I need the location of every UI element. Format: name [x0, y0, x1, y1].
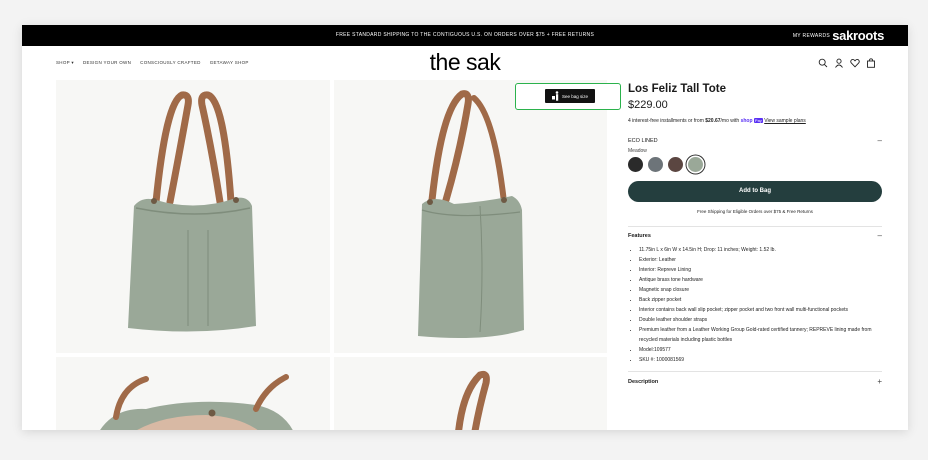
feature-item: Interior contains back wall slip pocket;…: [639, 305, 882, 315]
eco-collapse-icon[interactable]: –: [878, 136, 882, 145]
swatch-meadow-selected[interactable]: [688, 157, 703, 172]
header-icons: [818, 58, 876, 68]
tote-back-image: [455, 370, 490, 430]
installments-amount: $20.67: [705, 118, 721, 124]
swatch-slate[interactable]: [648, 157, 663, 172]
product-image-side[interactable]: [334, 80, 607, 353]
site-logo[interactable]: the sak: [22, 49, 908, 76]
see-bag-size-label: See bag size: [562, 94, 589, 99]
promo-text: FREE STANDARD SHIPPING TO THE CONTIGUOUS…: [335, 32, 595, 38]
bag-icon[interactable]: [866, 58, 876, 68]
see-bag-size-inner: See bag size: [545, 89, 595, 103]
feature-item: Premium leather from a Leather Working G…: [639, 325, 882, 345]
description-section-header[interactable]: Description +: [628, 377, 882, 387]
tote-open-image: [100, 374, 293, 430]
color-name: Meadow: [628, 148, 647, 154]
feature-item: Interior: Repreve Lining: [639, 265, 882, 275]
heart-icon[interactable]: [850, 58, 860, 68]
view-sample-plans-link[interactable]: View sample plans: [764, 118, 806, 124]
features-title: Features: [628, 233, 651, 239]
product-image-back[interactable]: [334, 357, 607, 430]
installments-prefix: 4 interest-free installments or from: [628, 118, 706, 124]
swatch-black[interactable]: [628, 157, 643, 172]
product-title: Los Feliz Tall Tote: [628, 83, 726, 95]
feature-item: Exterior: Leather: [639, 255, 882, 265]
product-info: Los Feliz Tall Tote $229.00 4 interest-f…: [628, 80, 882, 387]
eco-lined-label: ECO LINED: [628, 138, 658, 144]
add-to-bag-button[interactable]: Add to Bag: [628, 181, 882, 202]
my-rewards-link[interactable]: MY REWARDS: [793, 33, 830, 39]
feature-item: SKU #: 1000081569: [639, 355, 882, 365]
eco-lined-section[interactable]: ECO LINED –: [628, 136, 882, 146]
features-section-header[interactable]: Features –: [628, 231, 882, 241]
divider: [628, 226, 882, 227]
installments-text: 4 interest-free installments or from $20…: [628, 118, 882, 124]
product-image-front[interactable]: [56, 80, 330, 353]
color-swatches: [628, 157, 882, 172]
shop-pay-badge: Pay: [753, 118, 763, 123]
free-shipping-note: Free Shipping for Eligible Orders over $…: [697, 209, 813, 214]
features-list: 11.75in L x 6in W x 14.5in H; Drop: 11 i…: [628, 245, 882, 365]
sakroots-brand-link[interactable]: sakroots: [832, 28, 884, 43]
product-image-open[interactable]: [56, 357, 330, 430]
installments-suffix: /mo with: [720, 118, 741, 124]
tote-side-image: [418, 90, 524, 338]
promo-bar: FREE STANDARD SHIPPING TO THE CONTIGUOUS…: [22, 25, 908, 46]
feature-item: 11.75in L x 6in W x 14.5in H; Drop: 11 i…: [639, 245, 882, 255]
description-expand-icon[interactable]: +: [877, 377, 882, 386]
feature-item: Model:109577: [639, 345, 882, 355]
feature-item: Double leather shoulder straps: [639, 315, 882, 325]
browser-page: FREE STANDARD SHIPPING TO THE CONTIGUOUS…: [22, 25, 908, 430]
features-collapse-icon[interactable]: –: [878, 231, 882, 240]
tote-front-image: [128, 91, 256, 332]
description-title: Description: [628, 379, 659, 385]
divider: [628, 371, 882, 372]
shop-pay-logo: shop: [740, 118, 753, 124]
product-price: $229.00: [628, 99, 668, 111]
feature-item: Antique brass tone hardware: [639, 275, 882, 285]
swatch-mocha[interactable]: [668, 157, 683, 172]
person-size-icon: [552, 91, 559, 101]
user-icon[interactable]: [834, 58, 844, 68]
see-bag-size-button[interactable]: See bag size: [515, 83, 621, 110]
feature-item: Back zipper pocket: [639, 295, 882, 305]
feature-item: Magnetic snap closure: [639, 285, 882, 295]
search-icon[interactable]: [818, 58, 828, 68]
